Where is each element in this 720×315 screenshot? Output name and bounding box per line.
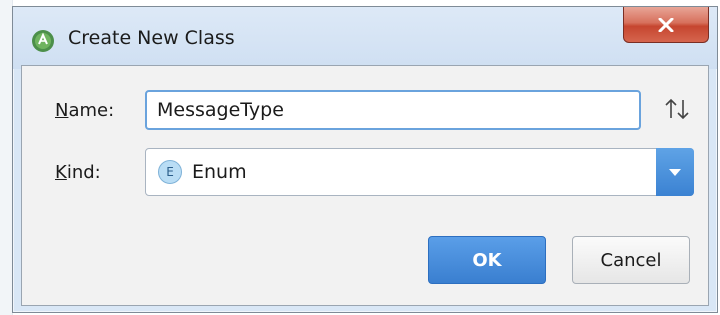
enum-icon: E <box>158 160 182 184</box>
dialog-content: Name: Kind: E Enum OK Cancel <box>21 65 709 306</box>
title-bar: Create New Class <box>13 7 717 69</box>
android-studio-icon <box>32 30 54 52</box>
ok-button[interactable]: OK <box>428 236 546 284</box>
kind-select[interactable]: E Enum <box>145 148 694 196</box>
kind-selected-value: Enum <box>192 161 247 183</box>
close-button[interactable] <box>623 7 709 43</box>
name-input[interactable] <box>145 90 641 130</box>
kind-label: Kind: <box>55 162 101 183</box>
sort-up-down-icon[interactable] <box>662 96 692 122</box>
cancel-button[interactable]: Cancel <box>572 236 690 284</box>
name-label: Name: <box>55 100 115 121</box>
dialog-title: Create New Class <box>68 27 235 49</box>
close-icon <box>658 17 674 32</box>
dropdown-button[interactable] <box>656 148 694 196</box>
chevron-down-icon <box>669 169 681 176</box>
create-class-dialog: Create New Class Name: Kind: E Enum OK C… <box>12 6 718 313</box>
